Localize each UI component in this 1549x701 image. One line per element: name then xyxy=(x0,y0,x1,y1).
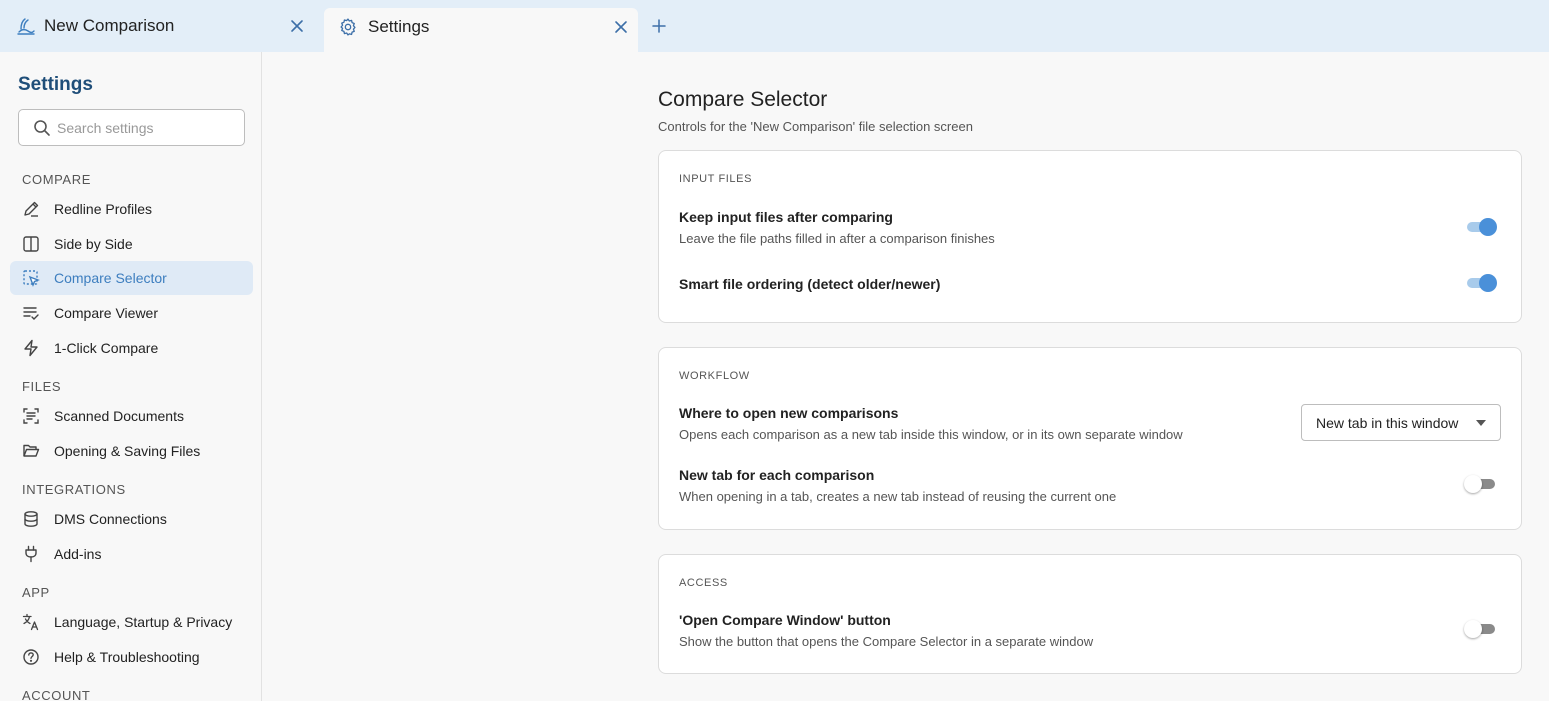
wave-logo-icon xyxy=(16,16,36,36)
card-header: INPUT FILES xyxy=(679,173,753,185)
sidebar-item-add-ins[interactable]: Add-ins xyxy=(10,537,253,571)
sidebar-item-side-by-side[interactable]: Side by Side xyxy=(10,227,253,261)
tab-bar: New Comparison Settings xyxy=(0,0,1549,52)
sidebar-item-label: 1-Click Compare xyxy=(54,340,159,356)
scan-icon xyxy=(22,407,40,425)
open-compare-window-button-toggle[interactable] xyxy=(1464,619,1497,639)
sidebar-item-label: Scanned Documents xyxy=(54,408,184,424)
sidebar-item-label: Redline Profiles xyxy=(54,201,153,217)
sidebar-item-scanned-documents[interactable]: Scanned Documents xyxy=(10,399,253,433)
sidebar-item-label: DMS Connections xyxy=(54,511,167,527)
settings-main: Compare Selector Controls for the 'New C… xyxy=(262,52,1549,701)
setting-title: Smart file ordering (detect older/newer) xyxy=(679,276,941,292)
card-header: ACCESS xyxy=(679,577,728,589)
setting-description: Leave the file paths filled in after a c… xyxy=(679,231,995,246)
pencil-icon xyxy=(22,200,40,218)
setting-description: Opens each comparison as a new tab insid… xyxy=(679,427,1183,442)
new-tab-plus-icon[interactable] xyxy=(650,17,668,35)
caret-down-icon xyxy=(1476,420,1486,426)
sidebar-item-compare-viewer[interactable]: Compare Viewer xyxy=(10,296,253,330)
lightning-icon xyxy=(22,339,40,357)
search-box[interactable] xyxy=(18,109,245,146)
sidebar-item-label: Compare Viewer xyxy=(54,305,159,321)
setting-description: When opening in a tab, creates a new tab… xyxy=(679,489,1117,504)
plug-icon xyxy=(22,545,40,563)
settings-sidebar: Settings COMPARE Redline Profiles Side b… xyxy=(0,52,262,701)
section-label-account: ACCOUNT xyxy=(22,688,91,701)
sidebar-item-help-troubleshooting[interactable]: Help & Troubleshooting xyxy=(10,640,253,674)
sidebar-item-language-startup-privacy[interactable]: Language, Startup & Privacy xyxy=(10,605,253,639)
sidebar-item-label: Side by Side xyxy=(54,236,133,252)
translate-icon xyxy=(22,613,40,631)
tab-label: Settings xyxy=(368,17,430,36)
gear-icon xyxy=(338,17,358,37)
setting-title: 'Open Compare Window' button xyxy=(679,612,891,628)
sidebar-title: Settings xyxy=(18,74,93,95)
setting-title: New tab for each comparison xyxy=(679,467,875,483)
sidebar-item-label: Compare Selector xyxy=(54,270,167,286)
tab-new-comparison[interactable]: New Comparison xyxy=(0,0,320,52)
search-icon xyxy=(33,119,51,137)
sidebar-item-1-click-compare[interactable]: 1-Click Compare xyxy=(10,331,253,365)
sidebar-item-label: Help & Troubleshooting xyxy=(54,649,200,665)
toggle-knob xyxy=(1464,620,1482,638)
card-input-files: INPUT FILES Keep input files after compa… xyxy=(658,150,1522,323)
smart-file-ordering-toggle[interactable] xyxy=(1467,273,1497,293)
open-location-dropdown[interactable]: New tab in this window xyxy=(1301,404,1501,441)
list-check-icon xyxy=(22,304,40,322)
database-icon xyxy=(22,510,40,528)
setting-description: Show the button that opens the Compare S… xyxy=(679,634,1094,649)
page-subtitle: Controls for the 'New Comparison' file s… xyxy=(658,119,973,134)
sidebar-item-label: Add-ins xyxy=(54,546,102,562)
card-access: ACCESS 'Open Compare Window' button Show… xyxy=(658,554,1522,674)
close-icon[interactable] xyxy=(288,17,306,35)
sidebar-item-dms-connections[interactable]: DMS Connections xyxy=(10,502,253,536)
section-label-integrations: INTEGRATIONS xyxy=(22,482,126,497)
new-tab-each-comparison-toggle[interactable] xyxy=(1464,474,1497,494)
help-circle-icon xyxy=(22,648,40,666)
columns-icon xyxy=(22,235,40,253)
sidebar-item-label: Language, Startup & Privacy xyxy=(54,614,233,630)
toggle-knob xyxy=(1479,218,1497,236)
dropdown-value: New tab in this window xyxy=(1316,415,1459,431)
search-input[interactable] xyxy=(57,118,237,138)
page-title: Compare Selector xyxy=(658,88,828,111)
section-label-compare: COMPARE xyxy=(22,172,91,187)
selection-cursor-icon xyxy=(22,269,40,287)
section-label-files: FILES xyxy=(22,379,62,394)
tab-settings[interactable]: Settings xyxy=(324,8,638,52)
sidebar-item-opening-saving-files[interactable]: Opening & Saving Files xyxy=(10,434,253,468)
toggle-knob xyxy=(1464,475,1482,493)
tab-label: New Comparison xyxy=(44,16,175,35)
toggle-knob xyxy=(1479,274,1497,292)
section-label-app: APP xyxy=(22,585,50,600)
sidebar-item-label: Opening & Saving Files xyxy=(54,443,201,459)
close-icon[interactable] xyxy=(612,18,630,36)
sidebar-item-compare-selector[interactable]: Compare Selector xyxy=(10,261,253,295)
folder-open-icon xyxy=(22,442,40,460)
card-header: WORKFLOW xyxy=(679,370,750,382)
setting-title: Keep input files after comparing xyxy=(679,209,893,225)
setting-title: Where to open new comparisons xyxy=(679,405,899,421)
sidebar-item-redline-profiles[interactable]: Redline Profiles xyxy=(10,192,253,226)
keep-input-files-toggle[interactable] xyxy=(1467,217,1497,237)
card-workflow: WORKFLOW Where to open new comparisons O… xyxy=(658,347,1522,530)
